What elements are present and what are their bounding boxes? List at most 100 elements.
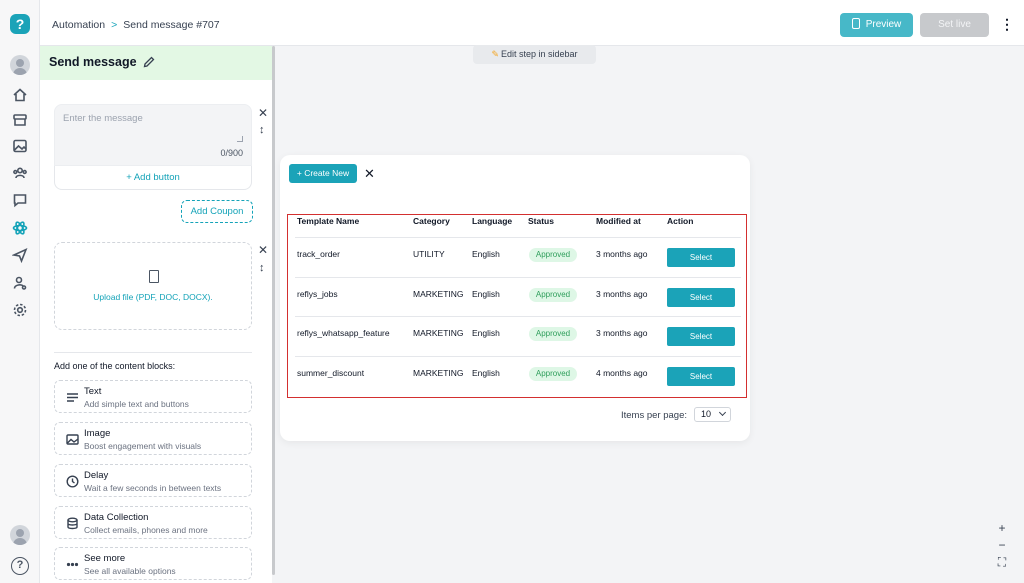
status-badge: Approved — [529, 367, 577, 381]
template-name: track_order — [297, 249, 340, 259]
breadcrumb-current: Send message #707 — [123, 19, 220, 31]
items-per-page-select[interactable]: 10 — [694, 407, 731, 422]
block-subtitle: Add simple text and buttons — [84, 399, 189, 409]
template-modified: 4 months ago — [596, 368, 648, 378]
block-title: Data Collection — [84, 512, 149, 523]
chevron-down-icon — [718, 408, 727, 417]
gallery-icon[interactable] — [12, 138, 28, 154]
create-new-button[interactable]: + Create New — [289, 164, 357, 183]
file-icon — [149, 270, 159, 283]
automation-icon[interactable] — [12, 220, 28, 236]
nav-rail: ? ? — [0, 0, 40, 583]
status-badge: Approved — [529, 327, 577, 341]
status-badge: Approved — [529, 248, 577, 262]
fit-screen-icon[interactable]: ⛶ — [994, 555, 1010, 570]
template-category: MARKETING — [413, 328, 464, 338]
column-header-action: Action — [667, 216, 694, 226]
column-header-category: Category — [413, 216, 450, 226]
template-category: MARKETING — [413, 368, 464, 378]
clock-icon — [66, 475, 79, 488]
more-options-icon[interactable]: ⋮ — [997, 13, 1017, 37]
block-see-more[interactable]: See more See all available options — [54, 547, 252, 580]
block-title: Text — [84, 386, 102, 397]
add-coupon-button[interactable]: Add Coupon — [181, 200, 253, 223]
block-data-collection[interactable]: Data Collection Collect emails, phones a… — [54, 506, 252, 539]
pointer-icon: ✎ — [491, 49, 499, 59]
select-template-button[interactable]: Select — [667, 248, 735, 267]
block-subtitle: Boost engagement with visuals — [84, 441, 202, 451]
column-header-modified: Modified at — [596, 216, 641, 226]
status-badge: Approved — [529, 288, 577, 302]
upload-label: Upload file (PDF, DOC, DOCX). — [93, 292, 213, 302]
resize-handle-icon[interactable] — [237, 136, 243, 142]
template-name: summer_discount — [297, 368, 365, 378]
help-icon[interactable]: ? — [11, 557, 29, 575]
preview-label: Preview — [865, 19, 902, 30]
settings-gear-icon[interactable] — [12, 302, 28, 318]
column-header-language: Language — [472, 216, 513, 226]
user-settings-icon[interactable] — [12, 275, 28, 291]
block-title: Delay — [84, 470, 109, 481]
block-subtitle: See all available options — [84, 566, 176, 576]
remove-message-icon[interactable]: ✕ — [258, 106, 268, 120]
select-template-button[interactable]: Select — [667, 327, 735, 346]
items-per-page-label: Items per page: — [621, 410, 688, 421]
user-avatar[interactable] — [10, 55, 30, 75]
file-upload-dropzone[interactable]: Upload file (PDF, DOC, DOCX). — [54, 242, 252, 330]
set-live-button[interactable]: Set live — [920, 13, 989, 37]
edit-pencil-icon[interactable] — [142, 55, 156, 69]
database-icon — [66, 517, 79, 530]
store-icon[interactable] — [12, 112, 28, 128]
more-dots-icon — [66, 558, 79, 571]
reorder-upload-handle-icon[interactable]: ↕ — [259, 262, 265, 274]
template-category: MARKETING — [413, 289, 464, 299]
row-divider — [295, 356, 741, 357]
preview-button[interactable]: Preview — [840, 13, 913, 37]
block-subtitle: Wait a few seconds in between texts — [84, 483, 222, 493]
template-name: reflys_jobs — [297, 289, 338, 299]
step-editor-panel: Send message Enter the message 0/900 + A… — [40, 46, 272, 583]
panel-title: Send message — [49, 55, 137, 69]
template-modified: 3 months ago — [596, 289, 648, 299]
remove-upload-icon[interactable]: ✕ — [258, 243, 268, 257]
template-modified: 3 months ago — [596, 249, 648, 259]
hint-text: Edit step in sidebar — [501, 49, 578, 59]
edit-step-hint: ✎ Edit step in sidebar — [473, 45, 596, 64]
panel-header: Send message — [40, 46, 272, 80]
breadcrumb-automation[interactable]: Automation — [52, 19, 105, 31]
template-modified: 3 months ago — [596, 328, 648, 338]
row-divider — [295, 237, 741, 238]
select-template-button[interactable]: Select — [667, 367, 735, 386]
divider — [54, 352, 252, 353]
block-title: Image — [84, 428, 111, 439]
breadcrumb: Automation > Send message #707 — [52, 19, 220, 31]
select-template-button[interactable]: Select — [667, 288, 735, 307]
block-image[interactable]: Image Boost engagement with visuals — [54, 422, 252, 455]
zoom-out-icon[interactable]: − — [994, 538, 1010, 552]
column-header-status: Status — [528, 216, 554, 226]
content-blocks-heading: Add one of the content blocks: — [54, 361, 176, 371]
add-button-button[interactable]: + Add button — [54, 166, 252, 190]
message-textarea[interactable]: Enter the message 0/900 — [54, 104, 252, 166]
send-icon[interactable] — [11, 247, 28, 264]
zoom-in-icon[interactable]: + — [994, 521, 1010, 535]
block-title: See more — [84, 553, 126, 564]
template-category: UTILITY — [413, 249, 445, 259]
app-logo[interactable]: ? — [10, 14, 30, 34]
contacts-icon[interactable] — [12, 165, 28, 181]
block-text[interactable]: Text Add simple text and buttons — [54, 380, 252, 413]
breadcrumb-chevron-icon: > — [111, 19, 118, 31]
text-lines-icon — [66, 391, 79, 404]
top-bar: Automation > Send message #707 Preview Set… — [40, 0, 1024, 46]
account-avatar[interactable] — [10, 525, 30, 545]
block-delay[interactable]: Delay Wait a few seconds in between text… — [54, 464, 252, 497]
home-icon[interactable] — [12, 87, 28, 103]
chat-icon[interactable] — [12, 192, 28, 208]
close-icon[interactable]: ✕ — [364, 166, 375, 182]
column-header-name: Template Name — [297, 216, 360, 226]
template-language: English — [472, 368, 500, 378]
row-divider — [295, 277, 741, 278]
phone-icon — [851, 18, 860, 29]
reorder-handle-icon[interactable]: ↕ — [259, 124, 265, 136]
template-language: English — [472, 328, 500, 338]
